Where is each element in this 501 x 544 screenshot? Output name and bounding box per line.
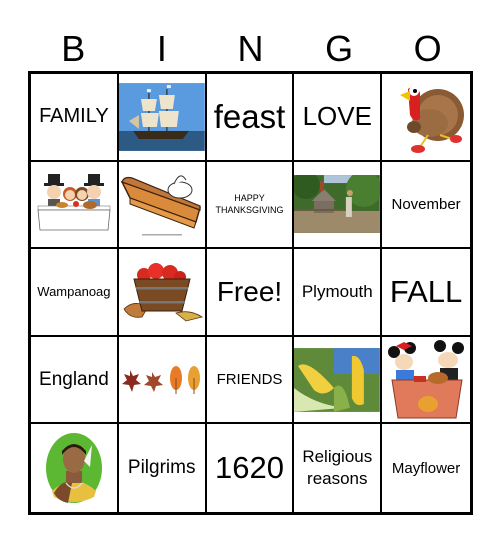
running-turkey-image — [400, 85, 465, 153]
native-american-portrait-image — [45, 433, 102, 504]
header-letter-n: N — [237, 28, 264, 69]
cell-text: Plymouth — [301, 281, 373, 301]
pilgrim-farm-house-image — [294, 175, 381, 234]
bingo-cell[interactable]: Religious reasons — [294, 424, 383, 512]
bingo-card-grid: FAMILY feast LOVE HAPPY THANKSGIVING Nov… — [28, 71, 473, 515]
bingo-cell[interactable]: feast — [206, 74, 295, 162]
bingo-cell[interactable]: FALL — [382, 249, 470, 337]
bingo-cell[interactable] — [31, 424, 119, 512]
bingo-cell[interactable]: England — [31, 336, 119, 425]
bingo-cell[interactable]: LOVE — [294, 74, 383, 162]
bingo-cell[interactable] — [118, 74, 207, 162]
header-letter-i: I — [156, 28, 167, 69]
bingo-cell[interactable] — [382, 337, 470, 425]
bingo-cell[interactable]: Mayflower — [382, 424, 470, 512]
header-letter-b: B — [61, 28, 86, 69]
bingo-cell[interactable]: FAMILY — [31, 74, 119, 162]
autumn-leaves-image — [121, 365, 200, 394]
cell-text: Pilgrims — [127, 457, 196, 479]
bingo-cell[interactable] — [118, 161, 207, 250]
cell-text: Free! — [216, 275, 283, 307]
bingo-cell[interactable]: 1620 — [207, 424, 295, 512]
cell-text: November — [391, 195, 461, 213]
cell-text: FRIENDS — [216, 371, 283, 389]
header-letter-g: G — [325, 28, 354, 69]
bingo-cell[interactable]: Free! — [206, 249, 295, 337]
bingo-cell[interactable] — [294, 336, 383, 425]
cell-text: Religious reasons — [302, 447, 373, 489]
bingo-cell[interactable] — [294, 161, 383, 250]
bingo-cell[interactable]: HAPPY THANKSGIVING — [206, 161, 295, 250]
bingo-cell[interactable] — [118, 336, 207, 425]
corn-image — [294, 347, 381, 412]
apple-basket-image — [123, 262, 203, 322]
pumpkin-pie-image — [120, 175, 201, 236]
bingo-header: B I N G O — [29, 26, 472, 72]
bingo-cell[interactable]: FRIENDS — [206, 336, 295, 425]
bingo-cell[interactable]: Plymouth — [294, 249, 383, 337]
cell-text: England — [39, 368, 109, 390]
mayflower-ship-image — [118, 82, 205, 151]
bingo-cell[interactable]: Wampanoag — [31, 249, 119, 337]
bingo-cell[interactable]: Pilgrims — [119, 424, 207, 512]
cell-text: 1620 — [215, 450, 284, 486]
bingo-cell[interactable]: November — [382, 162, 470, 250]
cell-text: Wampanoag — [37, 284, 111, 300]
cell-text: Mayflower — [391, 459, 461, 477]
cell-text: FAMILY — [39, 105, 109, 128]
header-letter-o: O — [413, 28, 442, 69]
cell-text: FALL — [389, 273, 463, 309]
pilgrim-family-dinner-image — [37, 174, 111, 231]
bingo-cell[interactable] — [382, 74, 470, 162]
bingo-cell[interactable] — [118, 249, 207, 337]
cell-text: LOVE — [302, 101, 372, 132]
bingo-cell[interactable] — [31, 161, 119, 250]
cell-text: HAPPY THANKSGIVING — [215, 193, 284, 216]
cell-text: feast — [213, 97, 286, 135]
mickey-minnie-thanksgiving-image — [388, 339, 465, 419]
